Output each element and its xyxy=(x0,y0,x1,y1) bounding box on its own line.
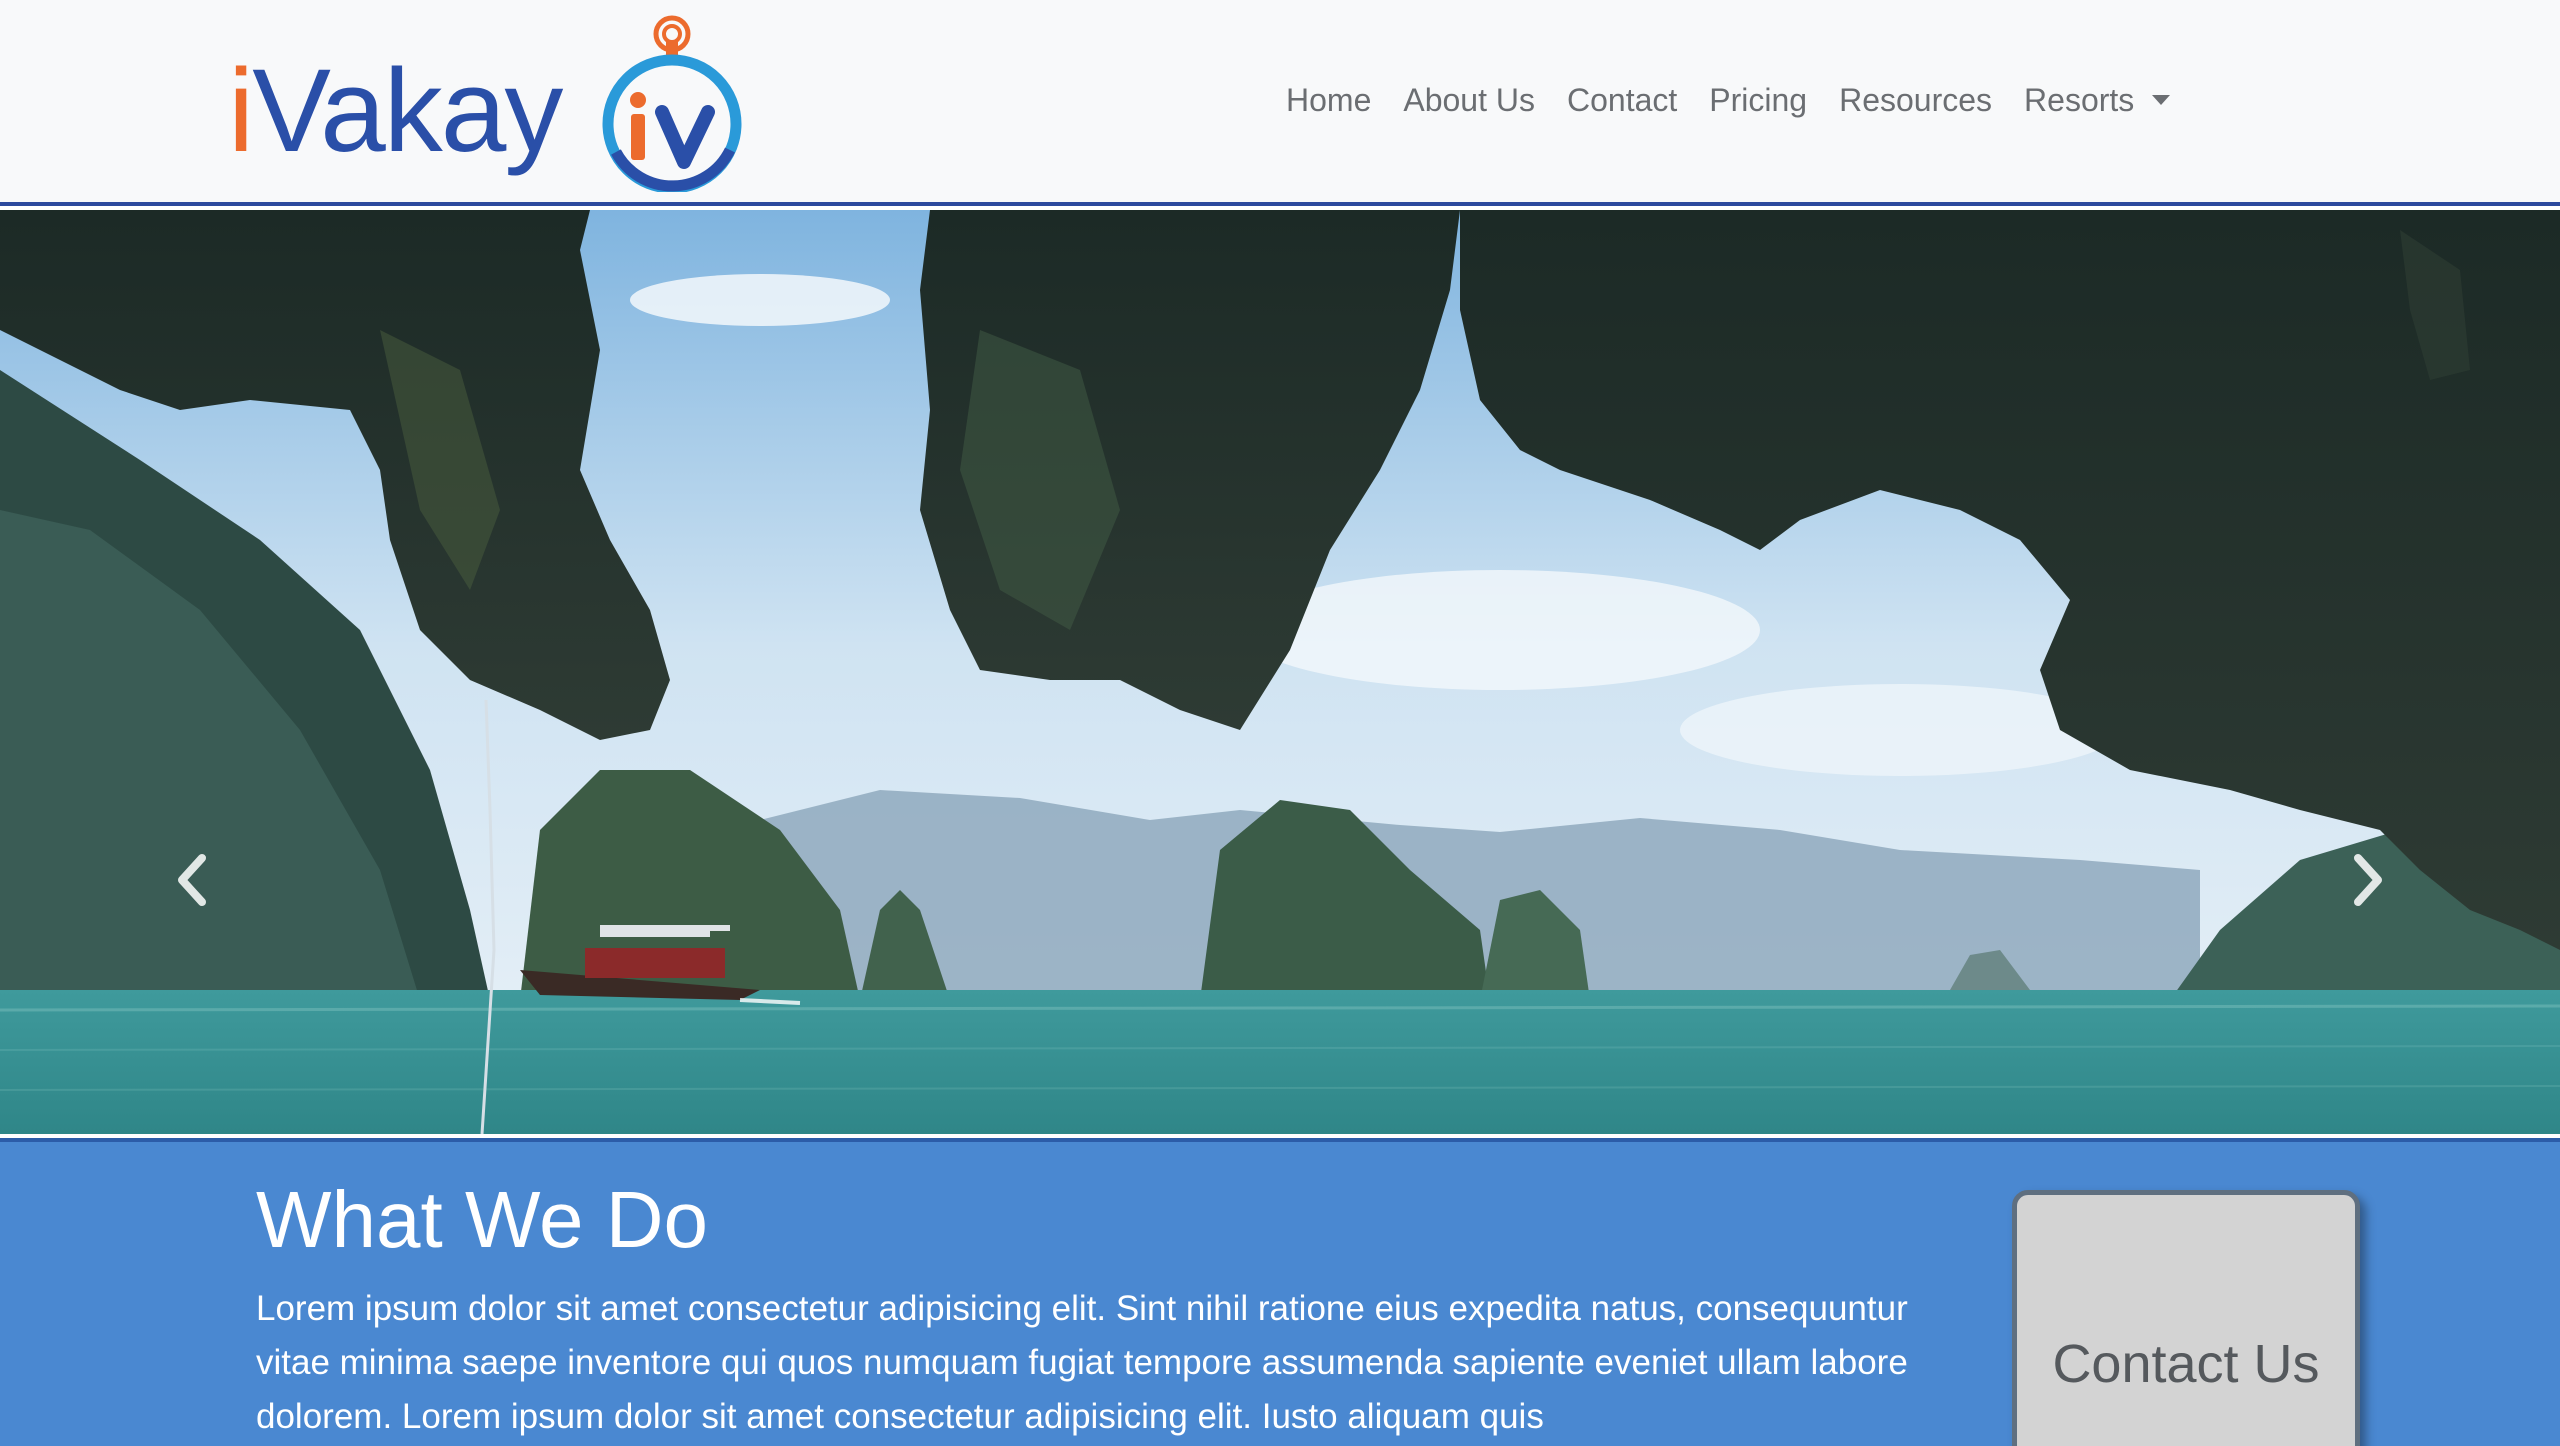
chevron-right-icon xyxy=(2354,854,2382,906)
section-title: What We Do xyxy=(256,1175,708,1264)
chevron-left-icon xyxy=(178,854,206,906)
carousel-next-button[interactable] xyxy=(2338,830,2398,930)
nav-dropdown-resorts[interactable]: Resorts xyxy=(2024,81,2171,119)
hero-image xyxy=(0,210,2560,1134)
caret-down-icon xyxy=(2152,95,2171,105)
nav-link-pricing[interactable]: Pricing xyxy=(1709,82,1807,119)
contact-us-label: Contact Us xyxy=(2052,1334,2320,1394)
section-body-text: Lorem ipsum dolor sit amet consectetur a… xyxy=(256,1289,1908,1436)
brand-logo[interactable]: iVakay xyxy=(228,12,748,192)
contact-us-button[interactable]: Contact Us xyxy=(2012,1190,2360,1446)
navbar: iVakay Home About Us Contact Pricing Res… xyxy=(0,0,2560,206)
main-nav: Home About Us Contact Pricing Resources … xyxy=(1286,76,2171,124)
nav-link-resources[interactable]: Resources xyxy=(1839,82,1992,119)
nav-link-home[interactable]: Home xyxy=(1286,82,1371,119)
nav-link-contact[interactable]: Contact xyxy=(1567,82,1677,119)
nav-dropdown-resorts-label: Resorts xyxy=(2024,81,2135,118)
logo-emblem-icon xyxy=(602,15,742,192)
hero-carousel xyxy=(0,210,2560,1134)
logo-wordmark: iVakay xyxy=(228,45,563,177)
what-we-do-section: What We Do Lorem ipsum dolor sit amet co… xyxy=(0,1138,2560,1446)
nav-link-about-us[interactable]: About Us xyxy=(1403,82,1535,119)
carousel-prev-button[interactable] xyxy=(162,830,222,930)
